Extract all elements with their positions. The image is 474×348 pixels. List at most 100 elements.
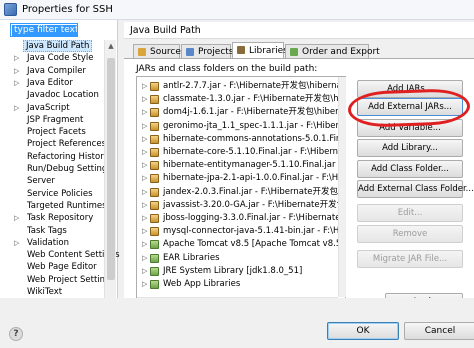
library-entry-label: dom4j-1.6.1.jar - F:\Hibernate开发包\hibern…: [163, 107, 346, 118]
jar-file-icon: [150, 121, 159, 131]
library-entry[interactable]: ▷ mysql-connector-java-5.1.41-bin.jar - F…: [137, 225, 345, 237]
jar-file-icon: [150, 134, 159, 144]
expand-arrow-icon[interactable]: ▷: [142, 265, 147, 277]
library-entry-label: Apache Tomcat v8.5 [Apache Tomcat v8.5]: [163, 239, 345, 250]
expand-arrow-icon[interactable]: ▷: [14, 77, 19, 89]
sidebar-item-label: Java Build Path: [26, 41, 90, 51]
expand-arrow-icon[interactable]: ▷: [14, 65, 19, 77]
expand-arrow-icon[interactable]: ▷: [14, 212, 19, 224]
library-entry[interactable]: ▷ classmate-1.3.0.jar - F:\Hibernate开发包\h…: [137, 93, 345, 105]
expand-arrow-icon[interactable]: ▷: [142, 186, 147, 198]
expand-arrow-icon[interactable]: ▷: [142, 199, 147, 211]
page-header: Java Build Path: [124, 22, 474, 39]
help-icon[interactable]: ?: [9, 327, 23, 341]
expand-arrow-icon[interactable]: ▷: [142, 212, 147, 224]
title-bar: Properties for SSH: [0, 0, 474, 20]
sidebar-item-label: Validation: [27, 237, 69, 248]
tab-order-export[interactable]: Order and Export: [285, 44, 380, 58]
filter-input[interactable]: type filter text: [10, 23, 78, 37]
tab-projects[interactable]: Projects: [181, 44, 233, 58]
libraries-list[interactable]: ▷ antlr-2.7.7.jar - F:\Hibernate开发包\hiber…: [136, 76, 346, 309]
sidebar-item-label: Task Repository: [27, 213, 94, 224]
library-entry[interactable]: ▷ jboss-logging-3.3.0.Final.jar - F:\Hibe…: [137, 212, 345, 224]
library-entry-label: hibernate-jpa-2.1-api-1.0.0.Final.jar - …: [163, 173, 346, 184]
sidebar-item[interactable]: Java Build Path: [23, 40, 93, 52]
tab-libraries[interactable]: Libraries: [232, 42, 288, 59]
expand-arrow-icon[interactable]: ▷: [142, 93, 147, 105]
expand-arrow-icon[interactable]: ▷: [142, 238, 147, 250]
add-library-button[interactable]: Add Library...: [357, 139, 463, 157]
library-entry[interactable]: ▷ Web App Libraries: [137, 278, 342, 290]
expand-arrow-icon[interactable]: ▷: [142, 278, 147, 290]
expand-arrow-icon[interactable]: ▷: [142, 80, 147, 92]
sidebar-item-label: Javadoc Location: [27, 90, 99, 101]
library-container-icon: [150, 253, 159, 263]
scroll-up-arrow-icon[interactable]: ▲: [105, 40, 117, 52]
remove-button[interactable]: Remove: [357, 225, 463, 243]
jar-file-icon: [150, 200, 159, 210]
library-entry[interactable]: ▷ hibernate-entitymanager-5.1.10.Final.ja…: [137, 159, 345, 171]
sidebar-item-label: Service Policies: [27, 188, 93, 199]
add-external-class-folder-button[interactable]: Add External Class Folder...: [357, 180, 474, 198]
library-entry-label: JRE System Library [jdk1.8.0_51]: [163, 265, 303, 276]
expand-arrow-icon[interactable]: ▷: [142, 106, 147, 118]
library-entry-label: hibernate-commons-annotations-5.0.1.Fina…: [163, 133, 346, 144]
sidebar-item-label: Project References: [27, 139, 107, 150]
order-export-icon: [290, 48, 298, 56]
library-entry-label: classmate-1.3.0.jar - F:\Hibernate开发包\hi…: [163, 94, 345, 105]
expand-arrow-icon[interactable]: ▷: [142, 225, 147, 237]
source-folder-icon: [138, 48, 146, 56]
library-entry-label: jandex-2.0.3.Final.jar - F:\Hibernate开发包…: [163, 186, 345, 197]
add-class-folder-button[interactable]: Add Class Folder...: [357, 160, 463, 178]
expand-arrow-icon[interactable]: ▷: [142, 146, 147, 158]
sidebar-item-label: Web Project Settings: [27, 274, 115, 285]
libraries-icon: [237, 46, 245, 54]
cancel-button[interactable]: Cancel: [404, 322, 474, 340]
sidebar-item-label: Refactoring History: [27, 151, 109, 162]
ok-button[interactable]: OK: [327, 322, 399, 340]
tab-order-export-label: Order and Export: [302, 47, 380, 57]
libraries-vertical-scrollbar[interactable]: [338, 77, 346, 297]
library-entry[interactable]: ▷ JRE System Library [jdk1.8.0_51]: [137, 265, 342, 277]
sidebar-item-label: Run/Debug Settings: [27, 164, 112, 174]
edit-button[interactable]: Edit...: [357, 204, 463, 222]
window-title: Properties for SSH: [22, 4, 113, 15]
expand-arrow-icon[interactable]: ▷: [142, 133, 147, 145]
sidebar-item-label: Java Editor: [27, 77, 73, 88]
filter-text: type filter text: [12, 25, 77, 36]
nav-scroll-thumb[interactable]: [107, 58, 115, 280]
library-entry[interactable]: ▷ hibernate-commons-annotations-5.0.1.Fin…: [137, 133, 345, 145]
sidebar-item-label: Java Compiler: [27, 65, 86, 76]
library-entry-label: mysql-connector-java-5.1.41-bin.jar - F:…: [163, 226, 346, 237]
library-entry-label: geronimo-jta_1.1_spec-1.1.1.jar - F:\Hib…: [163, 120, 345, 131]
expand-arrow-icon[interactable]: ▷: [142, 172, 147, 184]
tab-source[interactable]: Source: [133, 44, 181, 58]
expand-arrow-icon[interactable]: ▷: [14, 102, 19, 114]
nav-scrollbar[interactable]: ▲ ▼: [104, 40, 116, 316]
library-entry[interactable]: ▷ hibernate-core-5.1.10.Final.jar - F:\Hi…: [137, 146, 345, 158]
library-entry-label: antlr-2.7.7.jar - F:\Hibernate开发包\hibern…: [163, 81, 346, 91]
expand-arrow-icon[interactable]: ▷: [142, 120, 147, 132]
library-container-icon: [150, 280, 159, 289]
library-entry-label: javassist-3.20.0-GA.jar - F:\Hibernate开发…: [163, 199, 346, 210]
library-entry[interactable]: ▷ javassist-3.20.0-GA.jar - F:\Hibernate开…: [137, 199, 345, 211]
library-entry[interactable]: ▷ dom4j-1.6.1.jar - F:\Hibernate开发包\hiber…: [137, 106, 345, 118]
jar-file-icon: [150, 82, 159, 91]
eclipse-window-icon: [4, 3, 17, 16]
library-entry[interactable]: ▷ antlr-2.7.7.jar - F:\Hibernate开发包\hiber…: [137, 80, 345, 92]
expand-arrow-icon[interactable]: ▷: [14, 52, 19, 64]
migrate-jar-file-button[interactable]: Migrate JAR File...: [357, 250, 463, 268]
library-entry[interactable]: ▷ EAR Libraries: [137, 252, 342, 264]
library-entry[interactable]: ▷ Apache Tomcat v8.5 [Apache Tomcat v8.5]: [137, 238, 345, 250]
library-entry[interactable]: ▷ geronimo-jta_1.1_spec-1.1.1.jar - F:\Hi…: [137, 120, 345, 132]
sidebar-item-label: Web Page Editor: [27, 262, 97, 273]
library-entry-label: hibernate-entitymanager-5.1.10.Final.jar…: [163, 160, 345, 171]
expand-arrow-icon[interactable]: ▷: [14, 237, 19, 249]
expand-arrow-icon[interactable]: ▷: [142, 252, 147, 264]
library-entry[interactable]: ▷ jandex-2.0.3.Final.jar - F:\Hibernate开发…: [137, 186, 345, 198]
library-entry[interactable]: ▷ hibernate-jpa-2.1-api-1.0.0.Final.jar -…: [137, 172, 345, 184]
expand-arrow-icon[interactable]: ▷: [142, 159, 147, 171]
jar-file-icon: [150, 227, 159, 237]
sidebar-item-label: JavaScript: [27, 102, 70, 113]
sidebar-item-label: Server: [27, 176, 55, 187]
